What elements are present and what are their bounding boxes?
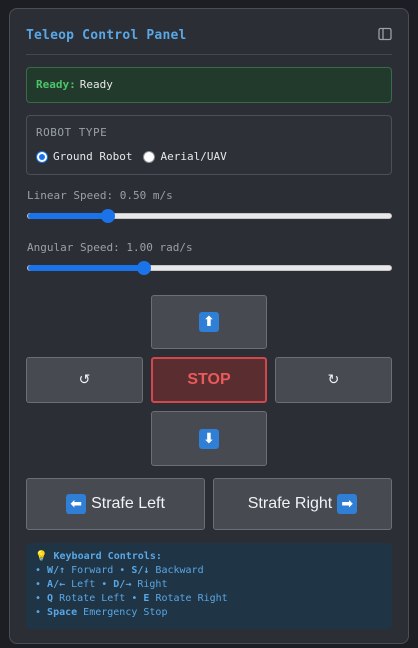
strafe-left-button[interactable]: ⬅ Strafe Left bbox=[26, 478, 205, 530]
shortcut-description: Backward bbox=[149, 565, 204, 576]
rotate-right-button[interactable]: ↻ bbox=[275, 357, 392, 403]
keyboard-shortcut-list: • W/↑ Forward • S/↓ Backward • A/← Left •… bbox=[35, 564, 383, 620]
arrow-up-icon: ⬆ bbox=[199, 312, 219, 332]
arrow-down-icon: ⬇ bbox=[199, 428, 219, 449]
robot-type-legend: ROBOT TYPE bbox=[36, 126, 108, 139]
rotate-left-button[interactable]: ↺ bbox=[26, 357, 143, 403]
keyboard-controls-title: 💡 Keyboard Controls: bbox=[35, 550, 383, 564]
keyboard-controls-help: 💡 Keyboard Controls: • W/↑ Forward • S/↓… bbox=[26, 543, 392, 629]
shortcut-key: D/→ bbox=[113, 579, 132, 590]
teleop-panel: Teleop Control Panel Ready: Ready ROBOT T… bbox=[9, 8, 409, 644]
robot-type-options: Ground Robot Aerial/UAV bbox=[36, 150, 238, 163]
angular-speed-slider[interactable] bbox=[27, 261, 392, 275]
keyboard-shortcut-line: • Space Emergency Stop bbox=[35, 606, 383, 620]
keyboard-shortcut-line: • W/↑ Forward • S/↓ Backward bbox=[35, 564, 383, 578]
angular-speed-label: Angular Speed: 1.00 rad/s bbox=[27, 241, 193, 254]
status-value: Ready bbox=[79, 78, 113, 91]
angular-speed-fill bbox=[28, 265, 145, 271]
sidebar-collapse-icon[interactable] bbox=[378, 27, 392, 41]
shortcut-key: Space bbox=[47, 607, 78, 618]
rotate-right-icon: ↻ bbox=[327, 372, 340, 388]
shortcut-description: Rotate Left • bbox=[53, 593, 144, 604]
arrow-right-icon: ➡ bbox=[337, 494, 358, 514]
strafe-right-button[interactable]: Strafe Right ➡ bbox=[213, 478, 392, 530]
radio-aerial-uav-label[interactable]: Aerial/UAV bbox=[160, 150, 226, 163]
status-box: Ready: Ready bbox=[26, 67, 392, 103]
bullet: • bbox=[35, 593, 48, 604]
shortcut-description: Left • bbox=[65, 579, 114, 590]
keyboard-shortcut-line: • A/← Left • D/→ Right bbox=[35, 578, 383, 592]
linear-speed-label: Linear Speed: 0.50 m/s bbox=[27, 189, 173, 202]
shortcut-description: Forward • bbox=[65, 565, 132, 576]
bullet: • bbox=[35, 607, 48, 618]
arrow-left-icon: ⬅ bbox=[66, 494, 87, 514]
shortcut-description: Emergency Stop bbox=[77, 607, 168, 618]
backward-button[interactable]: ⬇ bbox=[151, 411, 267, 466]
angular-speed-thumb[interactable] bbox=[137, 261, 152, 275]
panel-title: Teleop Control Panel bbox=[26, 28, 187, 43]
lightbulb-icon: 💡 bbox=[35, 551, 48, 562]
linear-speed-thumb[interactable] bbox=[100, 209, 115, 223]
shortcut-key: W/↑ bbox=[47, 565, 66, 576]
keyboard-shortcut-line: • Q Rotate Left • E Rotate Right bbox=[35, 592, 383, 606]
keyboard-controls-heading: Keyboard Controls: bbox=[53, 551, 162, 562]
strafe-right-label: Strafe Right bbox=[247, 495, 333, 512]
bullet: • bbox=[35, 579, 48, 590]
radio-ground-robot-label[interactable]: Ground Robot bbox=[53, 150, 132, 163]
bullet: • bbox=[35, 565, 48, 576]
panel-header: Teleop Control Panel bbox=[26, 25, 392, 55]
rotate-left-icon: ↺ bbox=[78, 372, 91, 388]
forward-button[interactable]: ⬆ bbox=[151, 295, 267, 349]
stop-button[interactable]: STOP bbox=[151, 357, 267, 403]
strafe-left-label: Strafe Left bbox=[91, 495, 165, 512]
robot-type-group: ROBOT TYPE Ground Robot Aerial/UAV bbox=[26, 115, 392, 175]
radio-ground-robot[interactable] bbox=[36, 150, 48, 163]
shortcut-key: A/← bbox=[47, 579, 66, 590]
linear-speed-slider[interactable] bbox=[27, 209, 392, 223]
status-label: Ready: bbox=[36, 78, 76, 91]
shortcut-description: Right bbox=[131, 579, 168, 590]
shortcut-description: Rotate Right bbox=[149, 593, 228, 604]
shortcut-key: S/↓ bbox=[131, 565, 150, 576]
radio-aerial-uav[interactable] bbox=[143, 150, 156, 163]
linear-speed-fill bbox=[28, 213, 108, 219]
